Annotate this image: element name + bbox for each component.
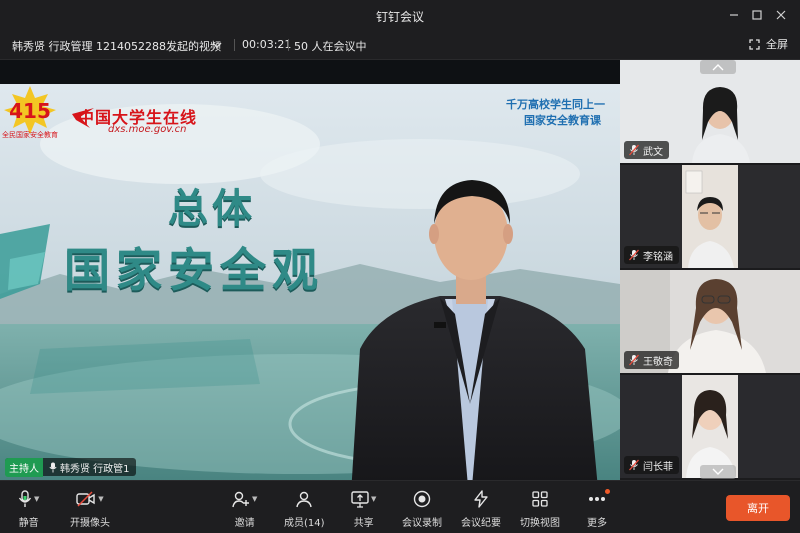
participant-name: 王敬奇	[643, 356, 673, 368]
participant-strip[interactable]: 武文 李铭涵 王敬奇 闫长菲	[620, 60, 800, 480]
fullscreen-button[interactable]: 全屏	[749, 36, 788, 52]
minutes-icon	[474, 490, 488, 508]
mic-muted-icon	[629, 354, 639, 366]
participant-name-box: 王敬奇	[624, 351, 679, 369]
record-icon	[413, 490, 431, 508]
host-badge: 主持人 韩秀贤 行政管1	[5, 457, 136, 477]
participant-tile[interactable]: 王敬奇	[620, 270, 800, 373]
participant-name: 武文	[643, 146, 663, 158]
grid-view-icon	[532, 491, 548, 507]
mic-muted-icon	[629, 459, 639, 471]
meeting-info-bar: 韩秀贤 行政管理 1214052288发起的视频 00:03:21 50 人在会…	[0, 30, 800, 60]
record-button[interactable]: 会议录制	[402, 489, 442, 529]
meeting-toolbar: ▼ 静音 ▼ 开摄像头 ▼ 邀请 成员(14) ▼ 共享 会议录制 会议纪要 切…	[0, 480, 800, 533]
participants-count: 50 人在会议中	[294, 40, 367, 53]
participant-tile[interactable]: 李铭涵	[620, 165, 800, 268]
switch-view-button[interactable]: 切换视图	[520, 489, 560, 529]
invite-label: 邀请	[234, 518, 255, 529]
title-bar: 钉钉会议	[0, 0, 800, 30]
maximize-icon[interactable]	[746, 5, 768, 25]
host-name: 韩秀贤 行政管1	[60, 463, 130, 475]
chevron-up-icon	[712, 64, 724, 71]
brand-url: dxs.moe.gov.cn	[108, 124, 187, 135]
record-label: 会议录制	[402, 518, 442, 529]
dropdown-caret-icon[interactable]: ▼	[252, 495, 257, 503]
camera-off-icon	[76, 491, 95, 507]
close-icon[interactable]	[770, 5, 792, 25]
video-frame: 415 全民国家安全教育 中国大学生在线 dxs.moe.gov.cn 千万高校…	[0, 84, 620, 480]
minutes-label: 会议纪要	[461, 518, 501, 529]
svg-text:全民国家安全教育: 全民国家安全教育	[2, 130, 58, 139]
dropdown-caret-icon[interactable]: ▼	[371, 495, 376, 503]
chevron-down-icon	[712, 468, 724, 475]
dropdown-caret-icon[interactable]: ▼	[98, 495, 103, 503]
scroll-down-button[interactable]	[700, 465, 736, 479]
mic-muted-icon	[629, 249, 639, 261]
scroll-up-button[interactable]	[700, 60, 736, 74]
main-video[interactable]: 415 全民国家安全教育 中国大学生在线 dxs.moe.gov.cn 千万高校…	[0, 60, 620, 480]
more-button[interactable]: 更多	[587, 489, 607, 529]
camera-label: 开摄像头	[70, 518, 110, 529]
share-screen-icon	[351, 490, 369, 508]
mic-muted-icon	[629, 144, 639, 156]
safety-day-badge: 415 全民国家安全教育	[2, 86, 58, 139]
headline-line1: 总体	[168, 186, 256, 232]
svg-text:415: 415	[9, 99, 51, 123]
members-button[interactable]: 成员(14)	[284, 489, 325, 529]
minimize-icon[interactable]	[723, 5, 745, 25]
mute-button[interactable]: ▼ 静音	[18, 489, 39, 529]
notification-dot	[605, 489, 610, 494]
members-icon	[296, 491, 312, 507]
more-dots-icon	[589, 497, 605, 501]
members-label: 成员(14)	[284, 518, 325, 529]
host-tag: 主持人	[5, 457, 43, 477]
participant-tile[interactable]: 武文	[620, 60, 800, 163]
participant-name-box: 李铭涵	[624, 246, 679, 264]
add-user-icon	[232, 491, 249, 507]
camera-button[interactable]: ▼ 开摄像头	[70, 489, 110, 529]
microphone-icon	[49, 462, 57, 472]
minutes-button[interactable]: 会议纪要	[461, 489, 501, 529]
window-title: 钉钉会议	[375, 10, 424, 24]
chevron-down-icon[interactable]	[211, 39, 223, 51]
participant-name-box: 闫长菲	[624, 456, 679, 474]
microphone-icon	[18, 490, 32, 507]
more-label: 更多	[587, 518, 607, 529]
mute-label: 静音	[18, 518, 39, 529]
fullscreen-icon	[749, 38, 760, 50]
meeting-duration: 00:03:21	[242, 38, 292, 51]
fullscreen-label: 全屏	[766, 38, 788, 51]
participant-name: 李铭涵	[643, 251, 673, 263]
dropdown-caret-icon[interactable]: ▼	[34, 495, 39, 503]
meeting-title[interactable]: 韩秀贤 行政管理 1214052288发起的视频	[12, 38, 221, 54]
participant-tile[interactable]: 闫长菲	[620, 375, 800, 478]
participant-name-box: 武文	[624, 141, 669, 159]
participant-name: 闫长菲	[643, 461, 673, 473]
divider	[234, 39, 235, 51]
corner-caption-line1: 千万高校学生同上一	[506, 98, 605, 111]
share-label: 共享	[353, 518, 374, 529]
share-button[interactable]: ▼ 共享	[351, 489, 376, 529]
headline-line2: 国家安全观	[64, 243, 324, 297]
invite-button[interactable]: ▼ 邀请	[232, 489, 257, 529]
divider	[288, 39, 289, 51]
corner-caption-line2: 国家安全教育课	[524, 114, 601, 127]
leave-button[interactable]: 离开	[726, 495, 790, 521]
switch-view-label: 切换视图	[520, 518, 560, 529]
